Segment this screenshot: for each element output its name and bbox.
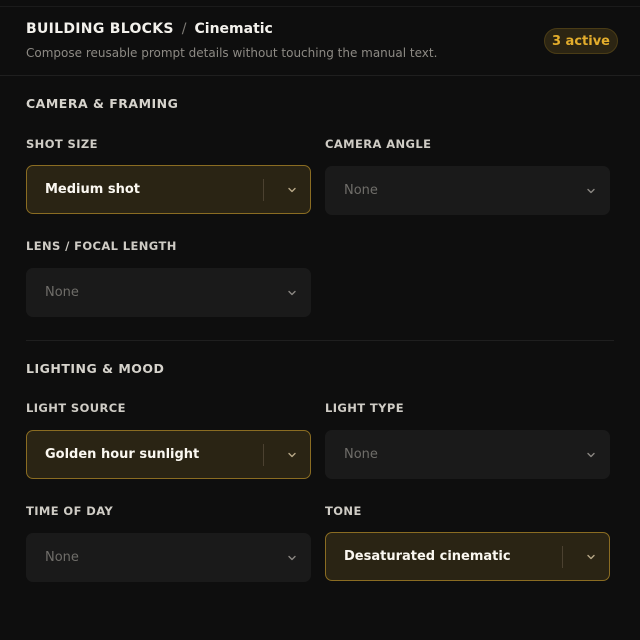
select-separator	[562, 180, 563, 202]
light-type-label: LIGHT TYPE	[325, 401, 404, 415]
time-of-day-label: TIME OF DAY	[26, 504, 114, 518]
lens-value: None	[45, 285, 79, 300]
light-type-value: None	[344, 447, 378, 462]
camera-angle-select[interactable]: None	[325, 166, 610, 215]
tone-label: TONE	[325, 504, 362, 518]
camera-angle-label: CAMERA ANGLE	[325, 137, 432, 151]
active-count-badge: 3 active	[544, 28, 618, 54]
section-title-camera: CAMERA & FRAMING	[26, 96, 179, 111]
lens-label: LENS / FOCAL LENGTH	[26, 239, 177, 253]
chevron-down-icon	[274, 450, 310, 460]
tone-value: Desaturated cinematic	[344, 549, 511, 564]
panel-header: BUILDING BLOCKS / Cinematic Compose reus…	[26, 20, 620, 60]
section-title-lighting: LIGHTING & MOOD	[26, 361, 165, 376]
breadcrumb-separator: /	[181, 21, 187, 37]
chevron-down-icon	[274, 185, 310, 195]
select-separator	[263, 547, 264, 569]
header-divider	[0, 75, 640, 76]
time-of-day-value: None	[45, 550, 79, 565]
shot-size-label: SHOT SIZE	[26, 137, 98, 151]
panel-title: BUILDING BLOCKS	[26, 21, 174, 37]
top-divider	[0, 6, 640, 7]
chevron-down-icon	[274, 553, 310, 563]
building-blocks-panel: BUILDING BLOCKS / Cinematic Compose reus…	[0, 0, 640, 640]
preset-name: Cinematic	[194, 21, 273, 37]
shot-size-value: Medium shot	[45, 182, 140, 197]
chevron-down-icon	[274, 288, 310, 298]
breadcrumb: BUILDING BLOCKS / Cinematic	[26, 20, 620, 38]
chevron-down-icon	[573, 552, 609, 562]
section-divider	[26, 340, 614, 341]
select-separator	[263, 443, 264, 466]
select-separator	[263, 282, 264, 304]
tone-select[interactable]: Desaturated cinematic	[325, 532, 610, 581]
time-of-day-select[interactable]: None	[26, 533, 311, 582]
panel-description: Compose reusable prompt details without …	[26, 46, 438, 60]
shot-size-select[interactable]: Medium shot	[26, 165, 311, 214]
light-source-value: Golden hour sunlight	[45, 447, 200, 462]
chevron-down-icon	[573, 186, 609, 196]
light-source-label: LIGHT SOURCE	[26, 401, 126, 415]
chevron-down-icon	[573, 450, 609, 460]
light-source-select[interactable]: Golden hour sunlight	[26, 430, 311, 479]
select-separator	[263, 178, 264, 201]
select-separator	[562, 545, 563, 568]
lens-select[interactable]: None	[26, 268, 311, 317]
select-separator	[562, 444, 563, 466]
camera-angle-value: None	[344, 183, 378, 198]
light-type-select[interactable]: None	[325, 430, 610, 479]
